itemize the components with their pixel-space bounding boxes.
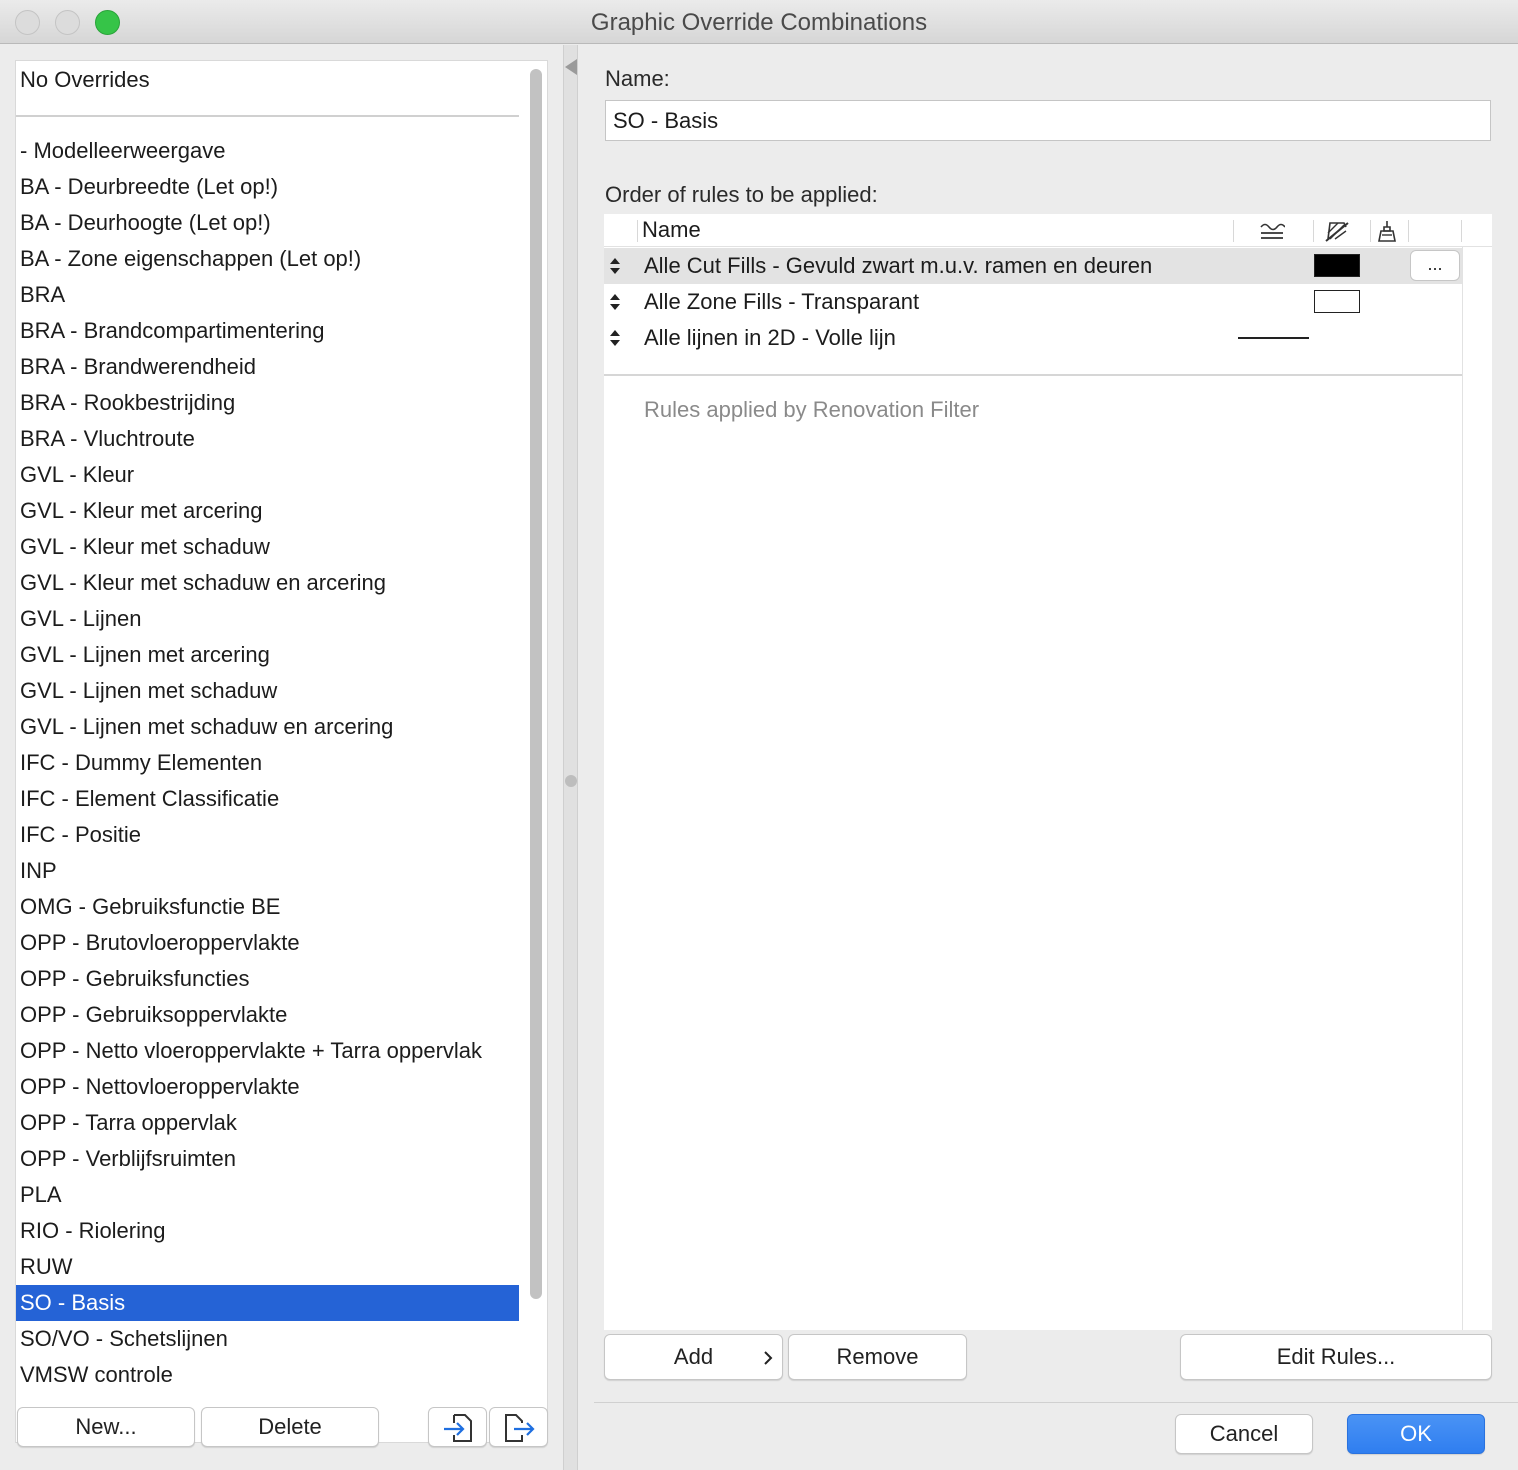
- no-overrides-label: No Overrides: [20, 67, 150, 92]
- new-button[interactable]: New...: [17, 1407, 195, 1447]
- combination-list-item[interactable]: BA - Zone eigenschappen (Let op!): [16, 241, 519, 277]
- combinations-list-box: No Overrides - Modelleerweergave BA - Deu…: [15, 60, 548, 1443]
- no-overrides-item[interactable]: No Overrides: [16, 61, 519, 117]
- add-button-label: Add: [673, 1344, 714, 1369]
- combination-editor-panel: Name: Order of rules to be applied: Name: [579, 45, 1518, 1470]
- delete-button[interactable]: Delete: [201, 1407, 379, 1447]
- combination-list-item[interactable]: IFC - Element Classificatie: [16, 781, 519, 817]
- cut-fill-column-icon[interactable]: [1324, 219, 1350, 243]
- combination-list-item[interactable]: PLA: [16, 1177, 519, 1213]
- scrollbar-thumb[interactable]: [530, 69, 542, 1299]
- combination-list-item[interactable]: RUW: [16, 1249, 519, 1285]
- import-button[interactable]: [428, 1407, 487, 1447]
- combination-list-item[interactable]: OMG - Gebruiksfunctie BE: [16, 889, 519, 925]
- edit-rules-button-label: Edit Rules...: [1276, 1344, 1396, 1369]
- combinations-panel: No Overrides - Modelleerweergave BA - Deu…: [0, 45, 563, 1470]
- combination-list-item[interactable]: BRA - Brandwerendheid: [16, 349, 519, 385]
- combination-list-item[interactable]: GVL - Kleur met arcering: [16, 493, 519, 529]
- combination-list-item[interactable]: OPP - Gebruiksoppervlakte: [16, 997, 519, 1033]
- new-button-label: New...: [75, 1414, 137, 1439]
- column-header-name[interactable]: Name: [642, 217, 701, 243]
- rule-row[interactable]: Alle Zone Fills - Transparant: [604, 284, 1462, 320]
- combination-list-item[interactable]: BRA: [16, 277, 519, 313]
- window-title: Graphic Override Combinations: [590, 9, 928, 36]
- rule-row[interactable]: Alle lijnen in 2D - Volle lijn: [604, 320, 1462, 356]
- reorder-handle-icon[interactable]: [608, 328, 622, 348]
- combination-list-item[interactable]: RIO - Riolering: [16, 1213, 519, 1249]
- combination-list-item[interactable]: GVL - Lijnen met arcering: [16, 637, 519, 673]
- combination-list-item[interactable]: BRA - Vluchtroute: [16, 421, 519, 457]
- reorder-handle-icon[interactable]: [608, 256, 622, 276]
- combination-list-item[interactable]: BA - Deurhoogte (Let op!): [16, 205, 519, 241]
- list-scrollbar[interactable]: [527, 65, 543, 1440]
- background-brush-column-icon[interactable]: [1374, 219, 1400, 243]
- remove-button[interactable]: Remove: [788, 1334, 967, 1380]
- add-button[interactable]: Add: [604, 1334, 783, 1380]
- export-button[interactable]: [489, 1407, 548, 1447]
- line-type-column-icon[interactable]: [1259, 219, 1285, 243]
- combination-list-item[interactable]: OPP - Gebruiksfuncties: [16, 961, 519, 997]
- cancel-button[interactable]: Cancel: [1175, 1414, 1313, 1454]
- splitter-handle[interactable]: [565, 775, 577, 787]
- cut-fill-swatch: [1314, 254, 1360, 277]
- edit-rules-button[interactable]: Edit Rules...: [1180, 1334, 1492, 1380]
- rule-name: Alle Zone Fills - Transparant: [644, 289, 920, 314]
- remove-button-label: Remove: [836, 1344, 919, 1369]
- renovation-divider: [604, 374, 1462, 376]
- ok-button-label: OK: [1400, 1421, 1432, 1446]
- rule-row[interactable]: Alle Cut Fills - Gevuld zwart m.u.v. ram…: [604, 248, 1462, 284]
- combination-list-item[interactable]: BRA - Brandcompartimentering: [16, 313, 519, 349]
- combinations-list: - Modelleerweergave BA - Deurbreedte (Let…: [16, 133, 519, 1393]
- cut-fill-swatch: [1314, 290, 1360, 313]
- renovation-filter-label: Rules applied by Renovation Filter: [644, 397, 980, 422]
- rule-name: Alle Cut Fills - Gevuld zwart m.u.v. ram…: [644, 253, 1153, 278]
- rule-options-button[interactable]: ...: [1410, 250, 1460, 281]
- cancel-button-label: Cancel: [1209, 1421, 1279, 1446]
- rules-table-header: Name: [604, 214, 1492, 247]
- combination-list-item[interactable]: SO/VO - Schetslijnen: [16, 1321, 519, 1357]
- ok-button[interactable]: OK: [1347, 1414, 1485, 1454]
- name-label: Name:: [605, 66, 670, 91]
- combination-list-item[interactable]: OPP - Nettovloeroppervlakte: [16, 1069, 519, 1105]
- combination-list-item[interactable]: GVL - Lijnen: [16, 601, 519, 637]
- combination-list-item[interactable]: IFC - Dummy Elementen: [16, 745, 519, 781]
- combination-list-item[interactable]: GVL - Lijnen met schaduw en arcering: [16, 709, 519, 745]
- reorder-handle-icon[interactable]: [608, 292, 622, 312]
- combination-list-item[interactable]: OPP - Netto vloeroppervlakte + Tarra opp…: [16, 1033, 519, 1069]
- combination-list-item[interactable]: OPP - Brutovloeroppervlakte: [16, 925, 519, 961]
- panel-splitter[interactable]: [563, 45, 578, 1470]
- collapse-arrow-icon[interactable]: [565, 59, 577, 75]
- import-icon: [443, 1414, 472, 1442]
- combination-list-item[interactable]: GVL - Kleur met schaduw: [16, 529, 519, 565]
- combination-list-item[interactable]: GVL - Kleur: [16, 457, 519, 493]
- combination-list-item[interactable]: - Modelleerweergave: [16, 133, 519, 169]
- chevron-right-icon: [764, 1351, 773, 1365]
- line-type-sample: [1238, 337, 1309, 339]
- combination-list-item[interactable]: OPP - Verblijfsruimten: [16, 1141, 519, 1177]
- combination-list-item[interactable]: GVL - Kleur met schaduw en arcering: [16, 565, 519, 601]
- combination-list-item[interactable]: SO - Basis: [16, 1285, 519, 1321]
- combination-list-item[interactable]: IFC - Positie: [16, 817, 519, 853]
- export-icon: [504, 1414, 535, 1442]
- combination-list-item[interactable]: VMSW controle: [16, 1357, 519, 1393]
- rules-table: Name Alle Cut Fills - Gevuld zwart m.u.v…: [604, 214, 1492, 1330]
- combination-list-item[interactable]: BA - Deurbreedte (Let op!): [16, 169, 519, 205]
- name-field[interactable]: [605, 100, 1491, 141]
- title-bar: Graphic Override Combinations: [0, 0, 1518, 44]
- order-label: Order of rules to be applied:: [605, 182, 878, 207]
- combination-list-item[interactable]: INP: [16, 853, 519, 889]
- combination-list-item[interactable]: OPP - Tarra oppervlak: [16, 1105, 519, 1141]
- delete-button-label: Delete: [258, 1414, 322, 1439]
- rule-name: Alle lijnen in 2D - Volle lijn: [644, 325, 896, 350]
- combination-list-item[interactable]: BRA - Rookbestrijding: [16, 385, 519, 421]
- combination-list-item[interactable]: GVL - Lijnen met schaduw: [16, 673, 519, 709]
